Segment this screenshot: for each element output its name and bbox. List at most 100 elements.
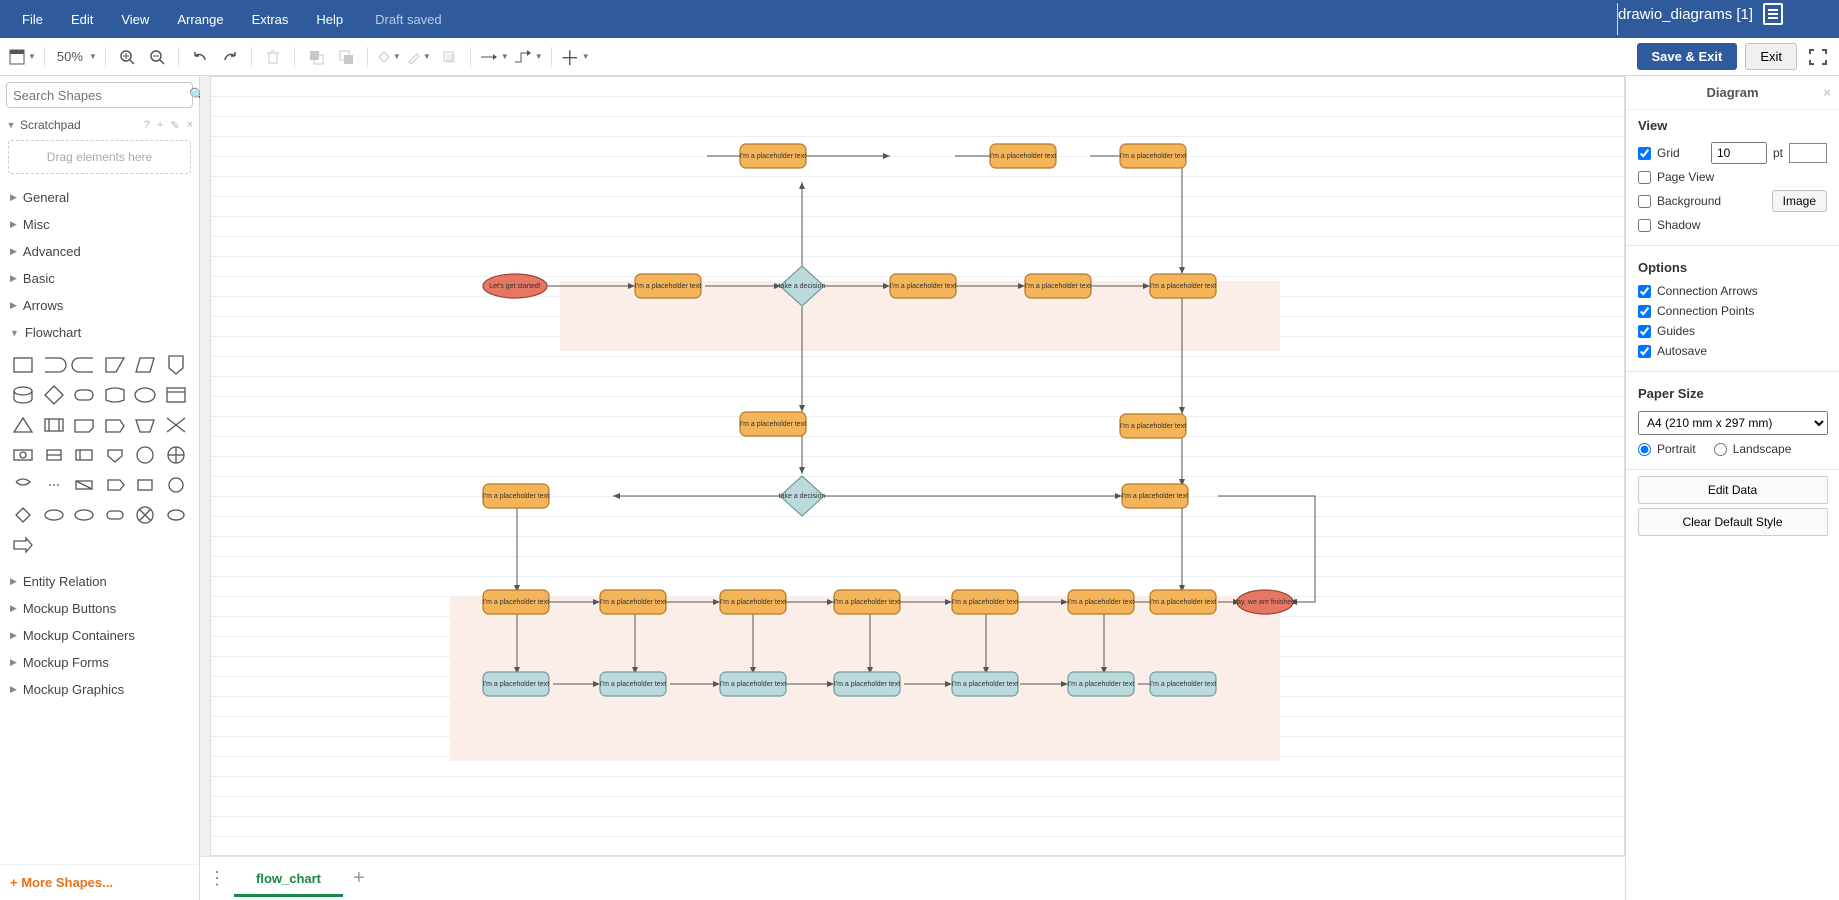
section-misc[interactable]: ▶Misc xyxy=(0,211,199,238)
connection-style-button[interactable]: ▼ xyxy=(479,44,509,70)
landscape-radio[interactable] xyxy=(1714,443,1727,456)
flowchart-shape[interactable] xyxy=(8,470,39,500)
flowchart-shape[interactable] xyxy=(8,530,39,560)
flowchart-shape[interactable] xyxy=(161,500,192,530)
flowchart-shape[interactable] xyxy=(39,350,70,380)
page-view-dropdown[interactable]: ▼ xyxy=(8,44,36,70)
conn-arrows-checkbox[interactable] xyxy=(1638,285,1651,298)
insert-button[interactable]: ＋▼ xyxy=(560,44,590,70)
flowchart-shape[interactable] xyxy=(39,380,70,410)
flowchart-shape[interactable] xyxy=(100,500,131,530)
guides-checkbox[interactable] xyxy=(1638,325,1651,338)
flowchart-shape[interactable] xyxy=(161,410,192,440)
flowchart-shape[interactable] xyxy=(100,470,131,500)
flowchart-shape[interactable] xyxy=(69,440,100,470)
page-tab[interactable]: flow_chart xyxy=(234,861,343,897)
section-arrows[interactable]: ▶Arrows xyxy=(0,292,199,319)
menu-edit[interactable]: Edit xyxy=(57,0,107,38)
flowchart-shape[interactable] xyxy=(39,440,70,470)
flowchart-shape[interactable] xyxy=(8,410,39,440)
flowchart-shape[interactable] xyxy=(8,350,39,380)
edit-icon[interactable]: ✎ xyxy=(170,119,179,132)
search-input[interactable] xyxy=(13,88,189,103)
flowchart-shape[interactable] xyxy=(69,410,100,440)
grid-color-swatch[interactable] xyxy=(1789,143,1827,163)
flowchart-shape[interactable] xyxy=(100,380,131,410)
zoom-select[interactable]: 50% ▼ xyxy=(53,44,97,70)
flowchart-shape[interactable] xyxy=(130,440,161,470)
clear-style-button[interactable]: Clear Default Style xyxy=(1638,508,1828,536)
save-exit-button[interactable]: Save & Exit xyxy=(1637,43,1738,70)
fullscreen-button[interactable] xyxy=(1805,44,1831,70)
document-icon[interactable] xyxy=(1763,3,1783,25)
background-image-button[interactable]: Image xyxy=(1772,190,1827,212)
flowchart-shape[interactable] xyxy=(39,410,70,440)
flowchart-shape[interactable] xyxy=(130,410,161,440)
waypoint-style-button[interactable]: ▼ xyxy=(513,44,543,70)
flowchart-shape[interactable] xyxy=(39,500,70,530)
section-advanced[interactable]: ▶Advanced xyxy=(0,238,199,265)
chevron-down-icon[interactable]: ▼ xyxy=(6,120,16,130)
portrait-label: Portrait xyxy=(1657,442,1696,456)
shadow-checkbox[interactable] xyxy=(1638,219,1651,232)
help-icon[interactable]: ? xyxy=(144,119,150,131)
flowchart-shape[interactable] xyxy=(8,500,39,530)
menu-view[interactable]: View xyxy=(107,0,163,38)
diagram-canvas[interactable]: Let's get started! take a decision take … xyxy=(210,76,1625,900)
section-general[interactable]: ▶General xyxy=(0,184,199,211)
zoom-out-button[interactable] xyxy=(144,44,170,70)
section-flowchart[interactable]: ▼Flowchart xyxy=(0,319,199,346)
flowchart-shape[interactable] xyxy=(8,380,39,410)
flowchart-shape[interactable] xyxy=(69,350,100,380)
exit-button[interactable]: Exit xyxy=(1745,43,1797,70)
scratchpad-drop[interactable]: Drag elements here xyxy=(8,140,191,174)
flowchart-shape[interactable] xyxy=(100,410,131,440)
section-basic[interactable]: ▶Basic xyxy=(0,265,199,292)
menu-help[interactable]: Help xyxy=(302,0,357,38)
autosave-checkbox[interactable] xyxy=(1638,345,1651,358)
add-page-button[interactable]: + xyxy=(343,867,375,890)
section-mockup-containers[interactable]: ▶Mockup Containers xyxy=(0,622,199,649)
flowchart-shape[interactable] xyxy=(161,470,192,500)
section-mockup-forms[interactable]: ▶Mockup Forms xyxy=(0,649,199,676)
flowchart-shape[interactable] xyxy=(130,350,161,380)
background-checkbox[interactable] xyxy=(1638,195,1651,208)
flowchart-shape[interactable] xyxy=(100,440,131,470)
menu-arrange[interactable]: Arrange xyxy=(163,0,237,38)
flowchart-shape[interactable] xyxy=(130,470,161,500)
pages-menu-button[interactable]: ⋮ xyxy=(200,868,234,889)
plus-icon[interactable]: + xyxy=(157,119,163,131)
redo-button[interactable] xyxy=(217,44,243,70)
grid-checkbox[interactable] xyxy=(1638,147,1651,160)
flowchart-shape[interactable] xyxy=(69,500,100,530)
menu-file[interactable]: File xyxy=(8,0,57,38)
flowchart-shape[interactable] xyxy=(69,470,100,500)
flowchart-shape[interactable] xyxy=(161,440,192,470)
flowchart-shape[interactable] xyxy=(130,500,161,530)
close-icon[interactable]: × xyxy=(1823,85,1831,100)
edit-data-button[interactable]: Edit Data xyxy=(1638,476,1828,504)
more-shapes-button[interactable]: + More Shapes... xyxy=(0,864,199,900)
menu-extras[interactable]: Extras xyxy=(238,0,303,38)
paper-size-select[interactable]: A4 (210 mm x 297 mm) xyxy=(1638,411,1828,435)
flowchart-shape[interactable] xyxy=(8,440,39,470)
flowchart-shape[interactable] xyxy=(161,380,192,410)
shadow-button xyxy=(436,44,462,70)
flowchart-shape[interactable] xyxy=(69,380,100,410)
pageview-checkbox[interactable] xyxy=(1638,171,1651,184)
flowchart-shape[interactable] xyxy=(39,470,70,500)
section-mockup-graphics[interactable]: ▶Mockup Graphics xyxy=(0,676,199,703)
undo-button[interactable] xyxy=(187,44,213,70)
flowchart-shape[interactable] xyxy=(161,350,192,380)
close-icon[interactable]: × xyxy=(187,119,193,131)
flowchart-shape[interactable] xyxy=(100,350,131,380)
section-entity-relation[interactable]: ▶Entity Relation xyxy=(0,568,199,595)
flowchart-shape[interactable] xyxy=(130,380,161,410)
conn-points-checkbox[interactable] xyxy=(1638,305,1651,318)
search-shapes[interactable]: 🔍 xyxy=(6,82,193,108)
section-mockup-buttons[interactable]: ▶Mockup Buttons xyxy=(0,595,199,622)
zoom-in-button[interactable] xyxy=(114,44,140,70)
grid-size-input[interactable] xyxy=(1711,142,1767,164)
section-label: Advanced xyxy=(23,244,81,259)
portrait-radio[interactable] xyxy=(1638,443,1651,456)
